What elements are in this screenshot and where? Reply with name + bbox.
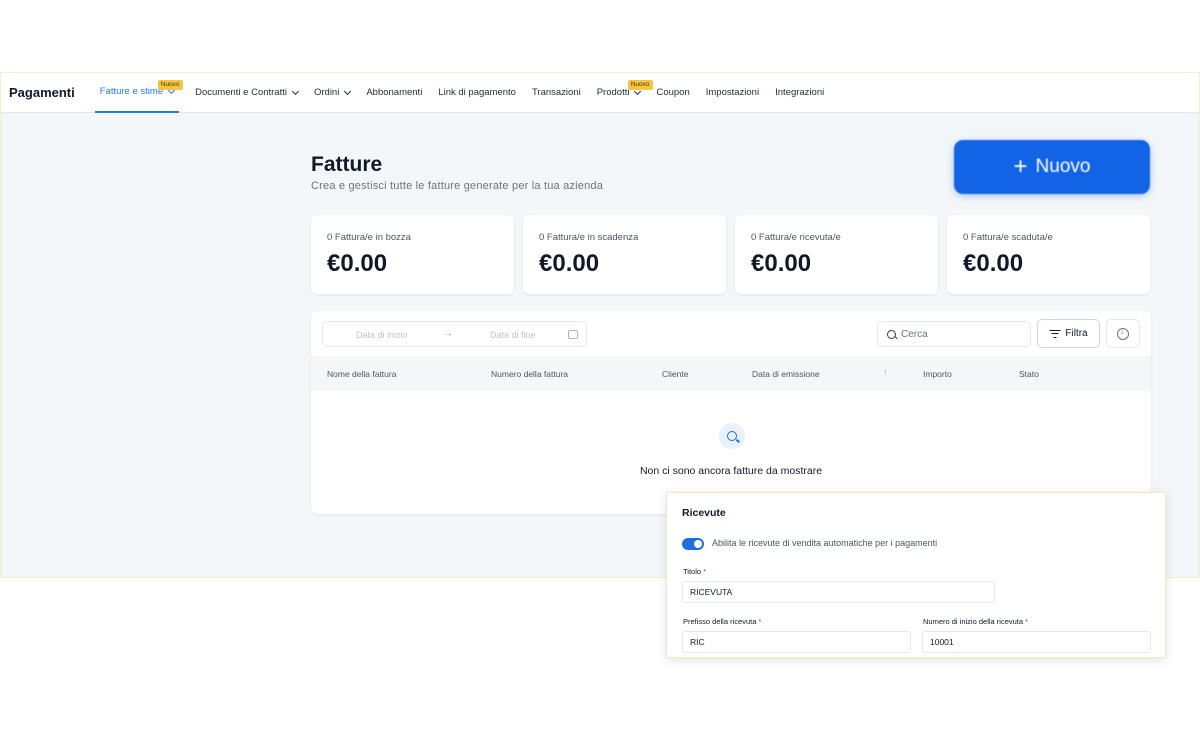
column-header[interactable]: Cliente <box>662 369 688 379</box>
arrow-right-icon: → <box>443 328 453 339</box>
search-input[interactable]: Cerca <box>877 321 1031 347</box>
stat-value: €0.00 <box>963 250 1024 277</box>
date-end-input[interactable]: Data di fine <box>490 330 536 340</box>
stat-label: 0 Fattura/e ricevuta/e <box>751 232 841 243</box>
top-navigation: Pagamenti Fatture e stime Nuovo Document… <box>1 73 1199 113</box>
column-header[interactable]: Data di emissione <box>752 369 820 379</box>
prefix-field-label: Prefisso della ricevuta * <box>683 617 762 626</box>
filter-button[interactable]: Filtra <box>1037 319 1100 348</box>
filter-icon <box>1049 329 1061 338</box>
start-number-field[interactable]: 10001 <box>922 631 1151 653</box>
nav-item-prodotti[interactable]: Prodotti Nuovo <box>596 73 653 113</box>
start-number-field-label: Numero di inizio della ricevuta * <box>923 617 1028 626</box>
nav-item-fatture-e-stime[interactable]: Fatture e stime Nuovo <box>94 73 183 113</box>
nav-item-label: Fatture e stime <box>99 86 164 97</box>
column-header[interactable]: Numero della fattura <box>491 369 568 379</box>
prefix-field[interactable]: RIC <box>682 631 911 653</box>
nav-item-label: Integrazioni <box>775 87 825 98</box>
title-field[interactable]: RICEVUTA <box>682 581 995 603</box>
stat-label: 0 Fattura/e scaduta/e <box>963 232 1053 243</box>
sort-arrow-up-icon[interactable]: ↑ <box>883 367 888 377</box>
stat-card-overdue: 0 Fattura/e scaduta/e €0.00 <box>947 215 1150 294</box>
new-button-label: Nuovo <box>1035 156 1091 177</box>
download-icon <box>1117 327 1129 340</box>
page-title: Fatture <box>311 153 383 176</box>
table-header: Nome della fattura Numero della fattura … <box>311 356 1151 391</box>
brand-title: Pagamenti <box>9 85 75 100</box>
download-button[interactable] <box>1106 319 1140 348</box>
search-icon <box>727 431 737 441</box>
nav-item-documenti-e-contratti[interactable]: Documenti e Contratti <box>195 73 300 113</box>
nav-item-impostazioni[interactable]: Impostazioni <box>706 73 759 113</box>
auto-receipts-toggle[interactable] <box>682 538 704 550</box>
search-icon <box>887 329 896 339</box>
nav-item-label: Abbonamenti <box>366 87 423 98</box>
nav-item-label: Ordini <box>313 87 340 98</box>
stat-value: €0.00 <box>751 250 812 277</box>
stat-card-received: 0 Fattura/e ricevuta/e €0.00 <box>735 215 938 294</box>
nav-item-integrazioni[interactable]: Integrazioni <box>775 73 824 113</box>
nav-item-label: Transazioni <box>531 87 581 98</box>
nav-item-transazioni[interactable]: Transazioni <box>532 73 581 113</box>
stat-label: 0 Fattura/e in scadenza <box>539 232 639 243</box>
page-subtitle: Crea e gestisci tutte le fatture generat… <box>311 180 604 192</box>
nav-item-abbonamenti[interactable]: Abbonamenti <box>366 73 422 113</box>
new-badge: Nuovo <box>627 79 653 90</box>
date-start-input[interactable]: Data di inizio <box>356 330 408 340</box>
nav-item-label: Prodotti <box>596 87 630 98</box>
nav-item-label: Link di pagamento <box>438 87 516 98</box>
receipts-settings-panel: Ricevute Abilita le ricevute di vendita … <box>666 492 1166 658</box>
date-range-picker[interactable]: Data di inizio → Data di fine <box>322 321 587 347</box>
invoices-table-panel: Data di inizio → Data di fine Cerca Filt… <box>311 311 1151 514</box>
chevron-down-icon <box>291 87 300 95</box>
column-header[interactable]: Importo <box>923 369 952 379</box>
new-invoice-button[interactable]: + Nuovo <box>954 140 1150 194</box>
nav-item-coupon[interactable]: Coupon <box>656 73 689 113</box>
stat-card-draft: 0 Fattura/e in bozza €0.00 <box>311 215 514 294</box>
title-field-label: Titolo * <box>683 567 706 576</box>
nav-item-link-di-pagamento[interactable]: Link di pagamento <box>438 73 516 113</box>
nav-item-label: Coupon <box>656 87 690 98</box>
filter-label: Filtra <box>1065 328 1088 339</box>
chevron-down-icon <box>344 87 352 95</box>
stat-card-due: 0 Fattura/e in scadenza €0.00 <box>523 215 726 294</box>
nav-item-ordini[interactable]: Ordini <box>313 73 352 113</box>
receipts-title: Ricevute <box>682 507 726 519</box>
stat-value: €0.00 <box>539 250 600 277</box>
new-badge: Nuovo <box>157 79 183 90</box>
search-placeholder: Cerca <box>901 328 928 340</box>
column-header[interactable]: Nome della fattura <box>327 369 396 379</box>
column-header[interactable]: Stato <box>1019 369 1039 379</box>
nav-item-label: Impostazioni <box>705 87 760 98</box>
calendar-icon[interactable] <box>568 330 578 339</box>
empty-state-message: Non ci sono ancora fatture da mostrare <box>639 465 823 477</box>
nav-item-label: Documenti e Contratti <box>195 87 287 98</box>
empty-state-icon-wrap <box>719 423 745 449</box>
stat-value: €0.00 <box>327 250 388 277</box>
plus-icon: + <box>1013 153 1028 180</box>
stat-label: 0 Fattura/e in bozza <box>327 232 411 243</box>
toggle-label: Abilita le ricevute di vendita automatic… <box>712 538 938 548</box>
